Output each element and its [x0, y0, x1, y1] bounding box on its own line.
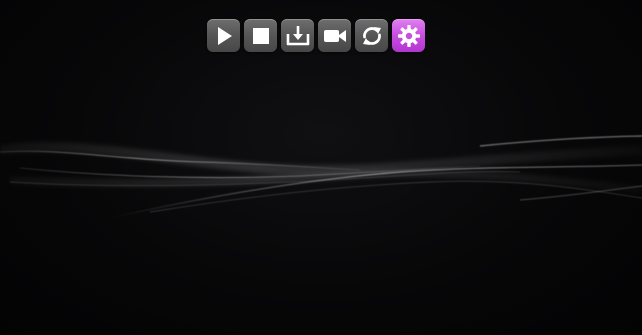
desktop-background: [0, 0, 642, 335]
play-icon: [217, 26, 232, 45]
video-button[interactable]: [318, 19, 351, 52]
refresh-button[interactable]: [355, 19, 388, 52]
refresh-icon: [362, 26, 381, 45]
settings-button[interactable]: [392, 19, 425, 52]
stop-icon: [252, 27, 269, 44]
play-button[interactable]: [207, 19, 240, 52]
stop-button[interactable]: [244, 19, 277, 52]
download-tray-icon: [286, 25, 309, 45]
video-camera-icon: [323, 29, 346, 42]
download-button[interactable]: [281, 19, 314, 52]
toolbar: [207, 19, 425, 53]
gear-icon: [397, 24, 420, 47]
